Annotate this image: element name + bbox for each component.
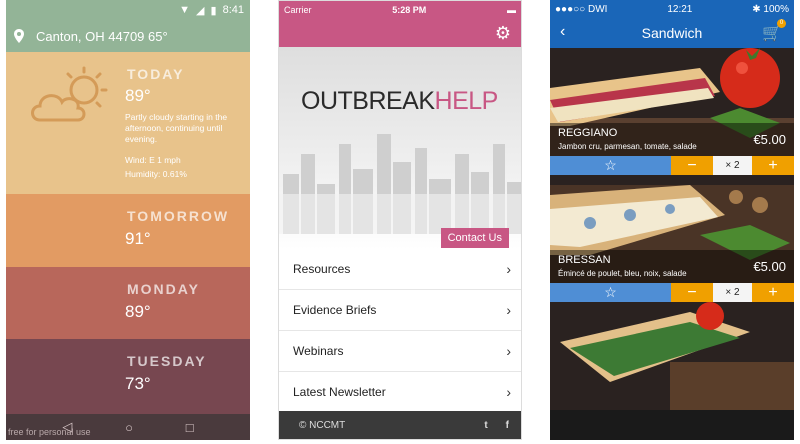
day-label: TUESDAY [127,353,207,369]
forecast-day-tuesday[interactable]: TUESDAY 73° [6,339,250,414]
app-header: ‹ Sandwich 🛒 0 [550,18,794,48]
decrease-quantity-button[interactable]: − [671,283,713,302]
cart-badge: 0 [777,19,786,28]
product-price: €5.00 [753,259,786,274]
today-card[interactable]: TODAY 89° Partly cloudy starting in the … [6,52,250,194]
menu-item-label: Evidence Briefs [293,303,377,317]
increase-quantity-button[interactable]: + [752,283,794,302]
quantity-label: × 2 [713,156,752,175]
quantity-label: × 2 [713,283,752,302]
title-help: HELP [434,87,499,115]
star-icon[interactable]: ☆ [550,156,671,175]
today-description: Partly cloudy starting in the afternoon,… [125,112,228,144]
menu-item-evidence-briefs[interactable]: Evidence Briefs › [279,290,521,331]
chevron-right-icon: › [506,302,511,318]
footer: © NCCMT t f [279,411,521,439]
today-humidity: Humidity: 0.61% [125,169,187,179]
battery-label: ✱ 100% [752,3,789,15]
sandwich-image [550,302,794,410]
product-card-reggiano[interactable]: REGGIANO Jambon cru, parmesan, tomate, s… [550,48,794,156]
status-bar: ▼ ◢ ▮ 8:41 [6,0,250,20]
hero-banner: OUTBREAKHELP Contact Us [279,47,521,249]
today-wind: Wind: E 1 mph [125,155,181,165]
title-outbreak: OUTBREAK [301,87,435,115]
city-skyline-image [279,134,521,234]
outbreak-app: Carrier 5:28 PM ▬ ⚙ OUTBREAKHELP Contact… [278,0,522,440]
weather-app: ▼ ◢ ▮ 8:41 Canton, OH 44709 65° TODAY 89… [6,0,250,440]
location-pin-icon [14,29,24,43]
home-icon[interactable]: ○ [125,420,133,435]
product-ingredients: Jambon cru, parmesan, tomate, salade [558,142,697,151]
product-actions: ☆ − × 2 + [550,283,794,302]
product-actions: ☆ − × 2 + [550,156,794,175]
status-bar: Carrier 5:28 PM ▬ [279,1,521,19]
copyright-label: © NCCMT [299,419,346,431]
increase-quantity-button[interactable]: + [752,156,794,175]
gear-icon[interactable]: ⚙ [495,23,511,44]
today-temp: 89° [125,86,151,105]
menu-item-latest-newsletter[interactable]: Latest Newsletter › [279,372,521,413]
menu-item-label: Latest Newsletter [293,385,386,399]
product-info: BRESSAN Émincé de poulet, bleu, noix, sa… [550,250,794,283]
day-label: MONDAY [127,281,200,297]
page-title: Sandwich [641,25,703,41]
battery-icon: ▮ [210,4,217,17]
day-temp: 89° [125,302,151,321]
product-ingredients: Émincé de poulet, bleu, noix, salade [558,269,687,278]
battery-icon: ▬ [507,5,516,15]
menu-list: Resources › Evidence Briefs › Webinars ›… [279,249,521,413]
decrease-quantity-button[interactable]: − [671,156,713,175]
forecast-day-tomorrow[interactable]: TOMORROW 91° [6,194,250,267]
menu-item-label: Webinars [293,344,344,358]
carrier-label: ●●●○○ DWI [555,3,608,15]
wifi-icon: ▼ [179,4,191,16]
partly-cloudy-icon [31,66,108,122]
product-price: €5.00 [753,132,786,147]
day-temp: 73° [125,374,151,393]
chevron-right-icon: › [506,384,511,400]
location-bar[interactable]: Canton, OH 44709 65° [6,20,250,52]
product-info: REGGIANO Jambon cru, parmesan, tomate, s… [550,123,794,156]
day-label: TOMORROW [127,208,230,224]
status-time: 12:21 [667,3,693,15]
status-time: 5:28 PM [392,5,427,15]
menu-item-webinars[interactable]: Webinars › [279,331,521,372]
product-name: BRESSAN [558,254,611,266]
day-temp: 91° [125,229,151,248]
app-title: OUTBREAKHELP [301,87,498,116]
menu-item-label: Resources [293,262,351,276]
sandwich-app: ●●●○○ DWI 12:21 ✱ 100% ‹ Sandwich 🛒 0 RE… [550,0,794,440]
product-name: REGGIANO [558,127,618,139]
status-time: 8:41 [222,4,244,16]
chevron-right-icon: › [506,261,511,277]
recents-icon[interactable]: □ [186,420,194,435]
today-label: TODAY [127,66,185,82]
forecast-day-monday[interactable]: MONDAY 89° [6,267,250,339]
product-card-bressan[interactable]: BRESSAN Émincé de poulet, bleu, noix, sa… [550,175,794,283]
signal-icon: ◢ [196,4,205,17]
chevron-right-icon: › [506,343,511,359]
carrier-label: Carrier [284,5,312,15]
product-card-partial[interactable] [550,302,794,410]
menu-item-resources[interactable]: Resources › [279,249,521,290]
status-bar: ●●●○○ DWI 12:21 ✱ 100% [550,0,794,18]
contact-us-button[interactable]: Contact Us [440,228,509,248]
facebook-icon[interactable]: f [506,420,509,431]
star-icon[interactable]: ☆ [550,283,671,302]
watermark: free for personal use [8,427,91,437]
app-header: ⚙ [279,19,521,47]
location-label: Canton, OH 44709 65° [36,28,168,44]
twitter-icon[interactable]: t [484,420,487,431]
